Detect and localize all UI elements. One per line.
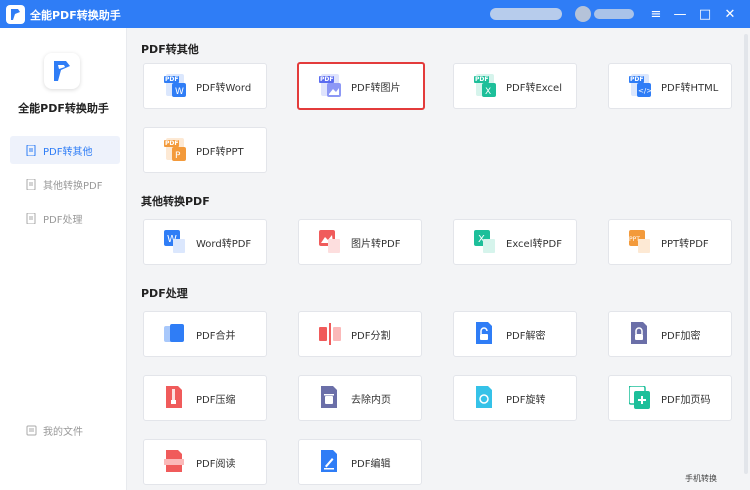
- pdf-to-word-icon: PDF W: [164, 74, 186, 98]
- card-pdf-to-html[interactable]: PDF </> PDF转HTML: [608, 63, 732, 109]
- card-label: PDF加页码: [661, 394, 711, 406]
- pdf-to-html-icon: PDF </>: [629, 74, 651, 97]
- close-button[interactable]: ✕: [720, 4, 740, 24]
- pdf-to-excel-icon: PDF X: [474, 74, 496, 98]
- minimize-button[interactable]: —: [670, 4, 690, 24]
- sidebar-item-my-files[interactable]: 我的文件: [10, 416, 120, 444]
- edit-icon: [319, 450, 341, 474]
- excel-to-pdf-icon: X: [474, 230, 496, 254]
- card-label: PDF阅读: [196, 458, 236, 470]
- menu-button[interactable]: ≡: [646, 4, 666, 24]
- pdf-to-ppt-icon: PDF P: [164, 138, 186, 162]
- card-label: PDF转图片: [351, 82, 401, 94]
- card-label: PDF解密: [506, 330, 546, 342]
- mobile-convert-link[interactable]: 手机转换: [685, 473, 717, 484]
- file-icon: [26, 144, 37, 156]
- card-pdf-to-excel[interactable]: PDF X PDF转Excel: [453, 63, 577, 109]
- card-label: PDF编辑: [351, 458, 391, 470]
- card-label: Word转PDF: [196, 238, 252, 250]
- section-title-pdf-to-other: PDF转其他: [141, 43, 199, 56]
- sidebar-item-label: PDF转其他: [43, 146, 93, 158]
- card-page-number[interactable]: PDF加页码: [608, 375, 732, 421]
- card-label: PDF压缩: [196, 394, 236, 406]
- card-label: PPT转PDF: [661, 238, 709, 250]
- file-icon: [26, 178, 37, 190]
- card-label: PDF转Word: [196, 82, 252, 94]
- svg-text:</>: </>: [638, 87, 651, 95]
- rotate-icon: [474, 386, 496, 410]
- card-word-to-pdf[interactable]: W Word转PDF: [143, 219, 267, 265]
- card-pdf-to-ppt[interactable]: PDF P PDF转PPT: [143, 127, 267, 173]
- card-label: PDF转HTML: [661, 82, 719, 94]
- sidebar: 全能PDF转换助手 PDF转其他 其他转换PDF PDF处理 我的文件: [0, 28, 127, 490]
- card-pdf-decrypt[interactable]: PDF解密: [453, 311, 577, 357]
- sidebar-item-pdf-to-other[interactable]: PDF转其他: [10, 136, 120, 164]
- user-name-blurred[interactable]: [490, 8, 562, 20]
- sidebar-item-label: PDF处理: [43, 214, 83, 226]
- merge-icon: [164, 322, 186, 346]
- card-label: PDF分割: [351, 330, 391, 342]
- remove-page-icon: [319, 386, 341, 410]
- sidebar-item-label: 其他转换PDF: [43, 180, 103, 192]
- page-number-icon: [628, 385, 651, 410]
- section-title-other-to-pdf: 其他转换PDF: [141, 195, 210, 208]
- card-label: PDF加密: [661, 330, 701, 342]
- app-name: 全能PDF转换助手: [18, 102, 109, 115]
- scrollbar[interactable]: [744, 34, 748, 474]
- word-to-pdf-icon: W: [164, 230, 186, 254]
- card-label: PDF转PPT: [196, 146, 244, 158]
- card-pdf-edit[interactable]: PDF编辑: [298, 439, 422, 485]
- window-title: 全能PDF转换助手: [30, 9, 121, 22]
- split-icon: [319, 322, 341, 346]
- sidebar-item-label: 我的文件: [43, 426, 83, 438]
- svg-text:X: X: [485, 87, 491, 97]
- card-pdf-merge[interactable]: PDF合并: [143, 311, 267, 357]
- svg-text:P: P: [175, 151, 181, 161]
- logo-icon: [54, 61, 70, 81]
- card-pdf-split[interactable]: PDF分割: [298, 311, 422, 357]
- card-label: PDF旋转: [506, 394, 546, 406]
- card-pdf-to-word[interactable]: PDF W PDF转Word: [143, 63, 267, 109]
- sidebar-item-other-to-pdf[interactable]: 其他转换PDF: [10, 170, 120, 198]
- avatar[interactable]: [575, 6, 591, 22]
- card-ppt-to-pdf[interactable]: PPT PPT转PDF: [608, 219, 732, 265]
- title-bar: 全能PDF转换助手 ≡ — □ ✕: [0, 0, 750, 28]
- card-label: PDF合并: [196, 330, 236, 342]
- card-label: 图片转PDF: [351, 238, 401, 250]
- pdf-to-image-icon: PDF: [319, 74, 341, 98]
- restore-button[interactable]: □: [695, 4, 715, 24]
- card-pdf-encrypt[interactable]: PDF加密: [608, 311, 732, 357]
- encrypt-icon: [629, 322, 651, 346]
- folder-icon: [26, 425, 37, 436]
- file-icon: [26, 212, 37, 224]
- ppt-to-pdf-icon: PPT: [629, 230, 651, 254]
- account-info-blurred[interactable]: [594, 9, 634, 19]
- card-label: 去除内页: [351, 394, 391, 406]
- compress-icon: [164, 386, 186, 410]
- decrypt-icon: [474, 322, 496, 346]
- card-image-to-pdf[interactable]: 图片转PDF: [298, 219, 422, 265]
- card-label: Excel转PDF: [506, 238, 562, 250]
- image-to-pdf-icon: [319, 230, 341, 254]
- app-logo: [44, 53, 80, 89]
- card-remove-page[interactable]: 去除内页: [298, 375, 422, 421]
- sidebar-item-pdf-process[interactable]: PDF处理: [10, 204, 120, 232]
- svg-text:W: W: [175, 87, 184, 97]
- card-pdf-read[interactable]: PDF阅读: [143, 439, 267, 485]
- section-title-pdf-process: PDF处理: [141, 287, 188, 300]
- app-logo-icon: [6, 5, 25, 24]
- card-pdf-to-image[interactable]: PDF PDF转图片: [297, 62, 425, 110]
- card-excel-to-pdf[interactable]: X Excel转PDF: [453, 219, 577, 265]
- card-pdf-compress[interactable]: PDF压缩: [143, 375, 267, 421]
- card-label: PDF转Excel: [506, 82, 562, 94]
- card-pdf-rotate[interactable]: PDF旋转: [453, 375, 577, 421]
- read-icon: [164, 450, 186, 474]
